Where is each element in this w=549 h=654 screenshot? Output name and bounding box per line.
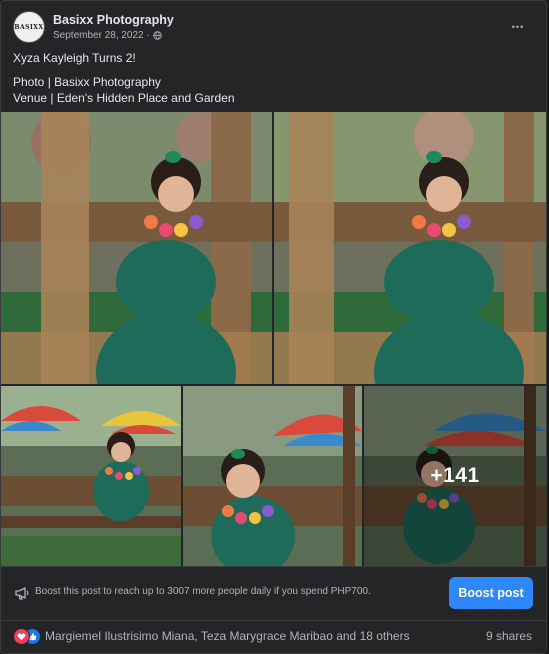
gallery-photo-5[interactable]: +141 [364,386,546,566]
boost-message: Boost this post to reach up to 3007 more… [35,586,371,597]
page-name-link[interactable]: Basixx Photography [53,13,174,27]
reaction-names[interactable]: Margiemel Ilustrisimo Miana, Teza Marygr… [45,629,410,643]
avatar[interactable]: BASIXX [13,11,45,43]
post-title-line: Xyza Kayleigh Turns 2! [13,51,136,65]
post-photo-credit: Photo | Basixx Photography [13,75,161,89]
meta-separator: · [146,30,150,41]
megaphone-icon [15,587,29,600]
more-photos-count-label: +141 [430,464,480,487]
reactions-bar: Margiemel Ilustrisimo Miana, Teza Marygr… [13,627,532,645]
more-photos-count[interactable]: +141 [364,386,546,566]
shares-count[interactable]: 9 shares [486,629,532,643]
post-card: BASIXX Basixx Photography September 28, … [0,0,547,654]
post-meta: September 28, 2022 · [53,30,162,41]
gallery-photo-2[interactable] [274,112,546,384]
more-dots-icon: ••• [511,22,525,32]
gallery-photo-3[interactable] [1,386,181,566]
boost-bar: Boost this post to reach up to 3007 more… [1,566,546,621]
post-header: BASIXX Basixx Photography September 28, … [13,11,534,45]
avatar-logo: BASIXX [14,23,44,31]
boost-post-button[interactable]: Boost post [449,577,533,609]
post-venue: Venue | Eden's Hidden Place and Garden [13,91,235,105]
post-date[interactable]: September 28, 2022 [53,30,144,41]
love-icon [13,628,30,645]
more-options-button[interactable]: ••• [504,13,532,41]
globe-icon [153,31,162,40]
gallery-photo-4[interactable] [183,386,362,566]
post-text: Xyza Kayleigh Turns 2! Photo | Basixx Ph… [13,50,534,106]
reaction-icons[interactable] [13,628,43,645]
gallery-photo-1[interactable] [1,112,272,384]
